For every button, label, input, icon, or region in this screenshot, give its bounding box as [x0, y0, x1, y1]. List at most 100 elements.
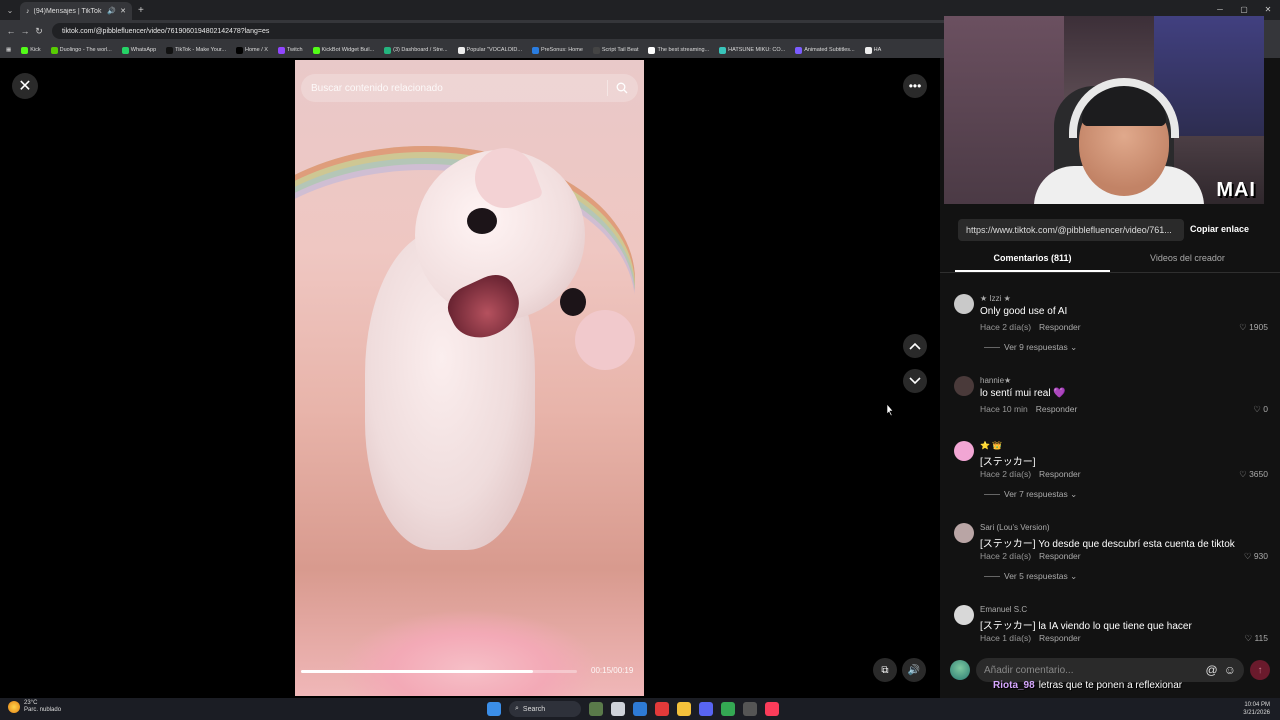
- bookmark-item[interactable]: HA: [864, 46, 882, 54]
- like-button[interactable]: ♡ 1905: [1239, 322, 1268, 333]
- heart-icon: ♡: [1239, 322, 1247, 332]
- task-view-icon[interactable]: [611, 702, 625, 716]
- bookmark-item[interactable]: Duolingo - The worl...: [50, 46, 112, 54]
- close-viewer-button[interactable]: ✕: [12, 73, 38, 99]
- comment-meta: Hace 10 min Responder: [980, 404, 1077, 414]
- like-button[interactable]: ♡ 930: [1244, 551, 1268, 562]
- widgets-icon[interactable]: [589, 702, 603, 716]
- tab-search-icon[interactable]: ⌄: [0, 6, 20, 15]
- bookmark-label: Twitch: [286, 47, 303, 53]
- tab-creator-videos[interactable]: Videos del creador: [1110, 248, 1265, 272]
- emoji-icon[interactable]: ☺: [1224, 663, 1236, 677]
- like-button[interactable]: ♡ 115: [1244, 633, 1268, 644]
- apps-grid-icon[interactable]: ▦: [6, 47, 11, 53]
- new-tab-button[interactable]: +: [138, 5, 144, 16]
- windows-start-icon[interactable]: [487, 702, 501, 716]
- forward-icon[interactable]: →: [18, 26, 32, 36]
- arrow-up-icon: ↑: [1257, 664, 1263, 676]
- share-link-field[interactable]: https://www.tiktok.com/@pibblefluencer/v…: [958, 219, 1184, 241]
- reply-button[interactable]: Responder: [1036, 404, 1078, 414]
- search-icon[interactable]: [616, 82, 628, 94]
- comment-input[interactable]: Añadir comentario... @ ☺: [976, 658, 1244, 682]
- mini-player-button[interactable]: ⧉: [873, 658, 897, 682]
- video-progress-fill: [301, 670, 533, 673]
- bookmark-favicon-icon: [50, 46, 58, 54]
- view-replies-label: Ver 7 respuestas: [1004, 489, 1068, 499]
- view-replies-button[interactable]: Ver 7 respuestas ⌄: [984, 489, 1077, 500]
- tab-audio-icon[interactable]: 🔊: [107, 7, 116, 15]
- weather-widget[interactable]: 23°C Parc. nublado: [8, 700, 61, 714]
- next-video-button[interactable]: [903, 369, 927, 393]
- more-options-button[interactable]: •••: [903, 74, 927, 98]
- video-player[interactable]: Buscar contenido relacionado 00:15/00:19: [295, 60, 644, 696]
- like-count: 3650: [1249, 469, 1268, 479]
- comment-username[interactable]: ★ Izzi ★: [980, 294, 1011, 303]
- url-input[interactable]: tiktok.com/@pibblefluencer/video/7619060…: [52, 23, 952, 39]
- bookmark-item[interactable]: TikTok - Make Your...: [166, 46, 226, 54]
- bookmark-item[interactable]: (3) Dashboard / Stre...: [384, 46, 448, 54]
- tab-comments[interactable]: Comentarios (811): [955, 248, 1110, 272]
- reply-button[interactable]: Responder: [1039, 551, 1081, 561]
- chevron-down-icon: ⌄: [1070, 571, 1078, 581]
- mention-icon[interactable]: @: [1206, 663, 1218, 677]
- bookmark-item[interactable]: PreSonus: Home: [532, 46, 583, 54]
- avatar[interactable]: [954, 294, 974, 314]
- previous-video-button[interactable]: [903, 334, 927, 358]
- windows-taskbar: 23°C Parc. nublado ⌕ Search 10:04 PM 3/2…: [0, 698, 1280, 720]
- bookmark-item[interactable]: KickBot Widget Buil...: [312, 46, 374, 54]
- comment-username[interactable]: Sari (Lou's Version): [980, 523, 1050, 532]
- file-explorer-icon[interactable]: [677, 702, 691, 716]
- comment-username[interactable]: Emanuel S.C: [980, 605, 1027, 614]
- bookmark-item[interactable]: Popular "VOCALOID...: [457, 46, 522, 54]
- copy-link-button[interactable]: Copiar enlace: [1190, 224, 1249, 234]
- bookmark-item[interactable]: Script Tail Beat: [592, 46, 638, 54]
- settings-icon[interactable]: [743, 702, 757, 716]
- reload-icon[interactable]: ↻: [32, 26, 46, 37]
- bookmark-item[interactable]: Twitch: [277, 46, 303, 54]
- comment-text: Only good use of AI: [980, 306, 1068, 317]
- avatar[interactable]: [954, 605, 974, 625]
- like-button[interactable]: ♡ 3650: [1239, 469, 1268, 480]
- comment-meta: Hace 1 día(s) Responder: [980, 633, 1081, 643]
- avatar[interactable]: [954, 441, 974, 461]
- view-replies-button[interactable]: Ver 9 respuestas ⌄: [984, 342, 1077, 353]
- bookmark-favicon-icon: [648, 46, 656, 54]
- bookmark-item[interactable]: WhatsApp: [121, 46, 156, 54]
- bookmark-item[interactable]: The best streaming...: [648, 46, 709, 54]
- like-button[interactable]: ♡ 0: [1253, 404, 1268, 415]
- bookmark-item[interactable]: Animated Subtitles...: [795, 46, 855, 54]
- comment-time: Hace 2 día(s): [980, 551, 1032, 561]
- comment-meta: Hace 2 día(s) Responder: [980, 551, 1081, 561]
- avatar[interactable]: [954, 523, 974, 543]
- opera-icon[interactable]: [655, 702, 669, 716]
- edge-icon[interactable]: [633, 702, 647, 716]
- comment-username[interactable]: hannie★: [980, 376, 1011, 385]
- video-timecode: 00:15/00:19: [591, 666, 634, 675]
- music-app-icon[interactable]: [765, 702, 779, 716]
- bookmark-item[interactable]: Kick: [21, 46, 41, 54]
- bookmark-label: (3) Dashboard / Stre...: [393, 47, 448, 53]
- view-replies-button[interactable]: Ver 5 respuestas ⌄: [984, 571, 1077, 582]
- system-clock[interactable]: 10:04 PM 3/21/2026: [1243, 701, 1270, 717]
- discord-icon[interactable]: [699, 702, 713, 716]
- video-progress-bar[interactable]: [301, 670, 577, 673]
- taskbar-search[interactable]: ⌕ Search: [509, 701, 581, 717]
- comment-text: [ステッカー]: [980, 457, 1036, 468]
- comment-text: [ステッカー] la IA viendo lo que tiene que ha…: [980, 621, 1192, 632]
- bookmark-item[interactable]: HATSUNE MIKU: CO...: [719, 46, 785, 54]
- back-icon[interactable]: ←: [4, 26, 18, 36]
- volume-button[interactable]: 🔊: [902, 658, 926, 682]
- like-count: 1905: [1249, 322, 1268, 332]
- comment-username[interactable]: ⭐ 👑: [980, 441, 1002, 450]
- bookmark-label: HA: [873, 47, 882, 53]
- chrome-icon[interactable]: [721, 702, 735, 716]
- reply-button[interactable]: Responder: [1039, 469, 1081, 479]
- related-search-input[interactable]: Buscar contenido relacionado: [301, 74, 638, 102]
- bookmark-item[interactable]: Home / X: [236, 46, 268, 54]
- browser-tab[interactable]: ♪ (94)Mensajes | TikTok 🔊 ✕: [20, 2, 132, 20]
- reply-button[interactable]: Responder: [1039, 322, 1081, 332]
- tab-close-icon[interactable]: ✕: [120, 7, 126, 15]
- avatar[interactable]: [954, 376, 974, 396]
- reply-button[interactable]: Responder: [1039, 633, 1081, 643]
- send-comment-button[interactable]: ↑: [1250, 660, 1270, 680]
